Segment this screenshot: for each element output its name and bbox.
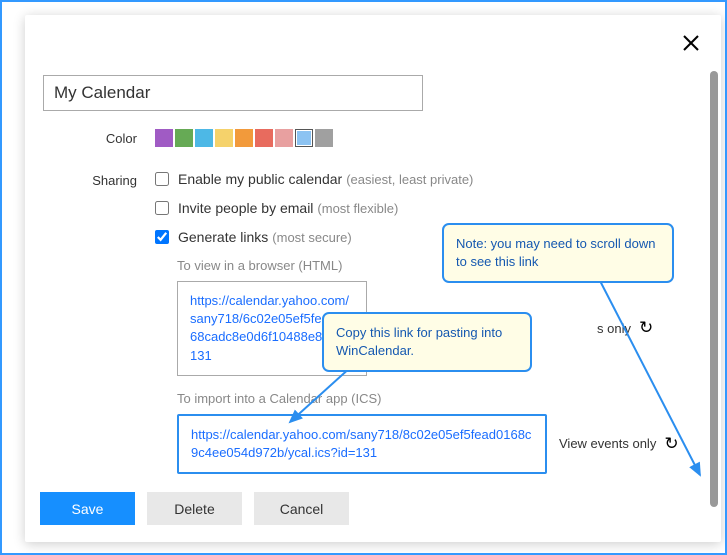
- button-bar: Save Delete Cancel: [40, 492, 349, 525]
- scrollbar[interactable]: [710, 71, 718, 507]
- delete-button[interactable]: Delete: [147, 492, 242, 525]
- enable-public-hint: (easiest, least private): [346, 172, 473, 187]
- color-swatch[interactable]: [315, 129, 333, 147]
- color-swatch[interactable]: [195, 129, 213, 147]
- color-label: Color: [40, 129, 155, 147]
- invite-email-checkbox[interactable]: [155, 201, 169, 215]
- invite-email-option[interactable]: Invite people by email (most flexible): [155, 200, 681, 216]
- enable-public-label: Enable my public calendar: [178, 171, 342, 187]
- color-swatch[interactable]: [255, 129, 273, 147]
- calendar-name-input[interactable]: [43, 75, 423, 111]
- close-icon: [681, 33, 701, 53]
- generate-links-hint: (most secure): [272, 230, 351, 245]
- sharing-label: Sharing: [40, 171, 155, 489]
- close-button[interactable]: [681, 33, 701, 56]
- refresh-icon[interactable]: ↻: [639, 318, 653, 338]
- color-swatch[interactable]: [215, 129, 233, 147]
- refresh-icon[interactable]: ↻: [664, 434, 678, 454]
- ics-link-section: To import into a Calendar app (ICS) http…: [177, 391, 681, 474]
- cancel-button[interactable]: Cancel: [254, 492, 349, 525]
- color-swatch[interactable]: [175, 129, 193, 147]
- invite-email-label: Invite people by email: [178, 200, 313, 216]
- enable-public-checkbox[interactable]: [155, 172, 169, 186]
- invite-email-hint: (most flexible): [317, 201, 398, 216]
- ics-link-box[interactable]: https://calendar.yahoo.com/sany718/8c02e…: [177, 414, 547, 474]
- color-swatch[interactable]: [275, 129, 293, 147]
- generate-links-checkbox[interactable]: [155, 230, 169, 244]
- callout-scroll-note: Note: you may need to scroll down to see…: [442, 223, 674, 283]
- color-swatches: [155, 129, 681, 147]
- annotated-screenshot-frame: Color Sharing Enable my public calendar …: [0, 0, 727, 555]
- save-button[interactable]: Save: [40, 492, 135, 525]
- color-row: Color: [40, 129, 681, 147]
- html-permission-text: s only: [597, 321, 631, 336]
- ics-permission-text: View events only: [559, 436, 656, 451]
- color-swatch[interactable]: [235, 129, 253, 147]
- ics-link-label: To import into a Calendar app (ICS): [177, 391, 681, 406]
- generate-links-label: Generate links: [178, 229, 268, 245]
- enable-public-option[interactable]: Enable my public calendar (easiest, leas…: [155, 171, 681, 187]
- callout-copy-link: Copy this link for pasting into WinCalen…: [322, 312, 532, 372]
- color-swatch[interactable]: [155, 129, 173, 147]
- color-swatch[interactable]: [295, 129, 313, 147]
